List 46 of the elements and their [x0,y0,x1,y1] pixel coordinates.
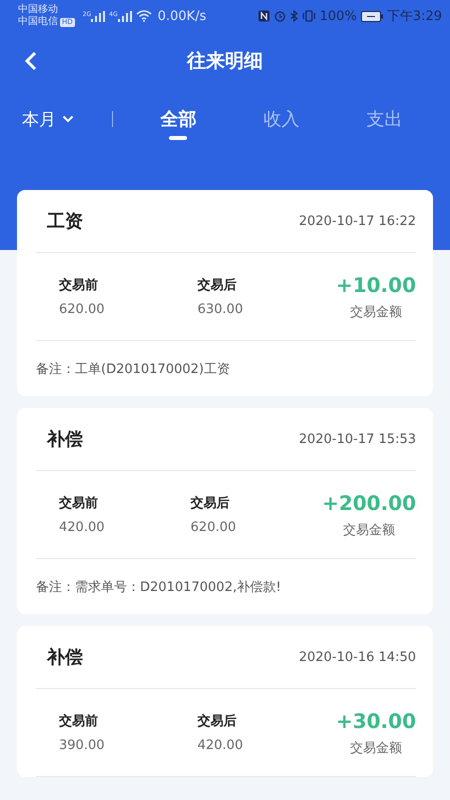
month-filter[interactable]: 本月 [12,104,84,134]
record-time: 2020-10-17 16:22 [298,214,416,228]
record-note: 备注：需求单号：D2010170002,补偿款! [36,578,282,596]
amount-value: +30.00 [336,708,416,732]
field-label: 交易后 [197,276,238,294]
field-label: 交易前 [59,712,99,730]
field-value: 390.00 [59,738,106,753]
record-note: 备注：工单(D2010170002)工资 [36,360,231,378]
field-value: 420.00 [59,520,106,535]
field-value: 620.00 [190,520,238,535]
record-time: 2020-10-16 14:50 [298,650,416,664]
tab[interactable]: 支出 [333,94,436,144]
field-value: 630.00 [197,302,244,317]
amount-value: +10.00 [336,272,416,296]
field-label: 交易前 [59,276,99,294]
carrier-name: 中国移动 [18,4,59,16]
record-title: 补偿 [47,646,83,669]
amount-value: +200.00 [322,490,416,514]
amount-label: 交易金额 [343,522,396,538]
network-speed: 0.00K/s [158,8,206,24]
tab[interactable]: 全部 [127,94,230,144]
page-title: 往来明细 [187,49,263,74]
tab[interactable]: 收入 [230,94,333,144]
record-title: 补偿 [47,428,83,451]
record-title: 工资 [47,210,83,233]
nfc-icon [258,10,270,22]
field-value: 420.00 [197,738,244,753]
battery-percent: 100% [320,8,357,24]
carrier-name: 中国电信 [18,16,58,28]
alarm-icon [274,10,286,22]
wifi-icon [136,10,152,22]
signal-icon [91,10,106,22]
clock-time: 下午3:29 [386,8,442,25]
field-label: 交易前 [59,494,99,512]
vibrate-icon [302,10,316,22]
field-value: 620.00 [59,302,106,317]
signal-icon [118,10,132,22]
battery-icon [360,10,383,22]
bluetooth-icon [290,10,298,22]
chevron-down-icon [62,115,74,123]
field-label: 交易后 [190,494,231,512]
amount-label: 交易金额 [350,740,402,756]
field-label: 交易后 [197,712,238,730]
record-time: 2020-10-17 15:53 [298,432,416,446]
back-icon[interactable] [24,51,38,71]
amount-label: 交易金额 [350,304,402,320]
